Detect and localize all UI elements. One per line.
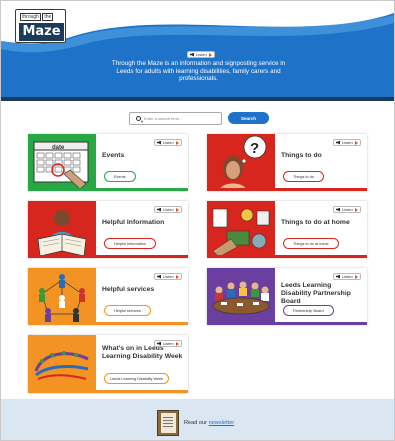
card-listen-button[interactable]: Listen [154,206,182,213]
card-listen-button[interactable]: Listen [154,273,182,280]
events-button[interactable]: Events [104,171,136,182]
page: through the Maze Listen Through the Maze… [0,0,395,441]
helpful-services-button[interactable]: Helpful services [104,305,151,316]
listen-label: Listen [196,52,207,57]
card-color-bar [28,390,188,393]
listen-label: Listen [163,140,174,145]
card-ld-week[interactable]: What's on in Leeds Learning Disability W… [28,335,188,393]
newsletter-promo: Read our newsletter [157,410,234,436]
card-color-bar [207,322,367,325]
card-title: Events [102,152,125,159]
listen-label: Listen [342,207,353,212]
home-activities-icon [207,201,275,258]
people-network-icon [28,268,96,325]
site-tagline: Through the Maze is an information and s… [111,60,286,83]
play-icon [354,207,358,212]
speaker-icon [336,274,340,279]
play-icon [175,207,179,212]
speaker-icon [157,341,161,346]
card-listen-button[interactable]: Listen [333,139,361,146]
search-icon [136,116,141,121]
ld-week-button[interactable]: Leeds Learning Disability Week [104,373,170,384]
ld-week-logo [28,335,96,393]
listen-label: Listen [163,341,174,346]
svg-text:date: date [52,145,65,151]
card-helpful-services[interactable]: Helpful services Listen Helpful services [28,268,188,325]
card-title: Helpful services [102,286,155,293]
search-button[interactable]: Search [228,112,269,124]
speaker-icon [157,207,161,212]
play-icon [208,52,212,57]
card-title: Leeds Learning Disability Partnership Bo… [281,282,351,305]
things-to-do-at-home-button[interactable]: Things to do at home [283,238,339,249]
search-input[interactable]: Enter a search term... [129,112,222,125]
reading-person-icon [28,201,96,258]
logo-small-text: through the [20,13,54,21]
play-icon [175,341,179,346]
logo-maze-text: Maze [19,23,64,41]
header-bottom-bar [1,97,394,101]
listen-label: Listen [163,207,174,212]
play-icon [354,140,358,145]
card-helpful-information[interactable]: Helpful Information Listen Helpful Infor… [28,201,188,258]
card-title: Things to do [281,152,322,159]
card-color-bar [28,188,188,191]
card-color-bar [28,322,188,325]
card-events[interactable]: date Events Listen Events [28,134,188,191]
speaker-icon [336,140,340,145]
listen-label: Listen [342,274,353,279]
card-listen-button[interactable]: Listen [333,206,361,213]
meeting-table-icon [207,268,275,325]
speaker-icon [157,140,161,145]
thinking-person-icon: ? [207,134,275,191]
card-things-to-do[interactable]: ? Things to do Listen Things to do [207,134,367,191]
partnership-board-button[interactable]: Partnership Board [283,305,334,316]
card-color-bar [207,188,367,191]
things-to-do-button[interactable]: Things to do [283,171,324,182]
listen-label: Listen [342,140,353,145]
card-title: Things to do at home [281,219,350,226]
card-title: Helpful Information [102,219,165,226]
newsletter-text: Read our newsletter [184,420,234,426]
svg-text:?: ? [250,140,259,157]
listen-label: Listen [163,274,174,279]
speaker-icon [336,207,340,212]
card-things-to-do-at-home[interactable]: Things to do at home Listen Things to do… [207,201,367,258]
search-bar: Enter a search term... Search [129,112,269,125]
card-title: What's on in Leeds Learning Disability W… [102,345,183,360]
helpful-information-button[interactable]: Helpful Information [104,238,156,249]
newsletter-icon [157,410,179,436]
play-icon [354,274,358,279]
card-listen-button[interactable]: Listen [333,273,361,280]
card-color-bar [207,255,367,258]
card-partnership-board[interactable]: Leeds Learning Disability Partnership Bo… [207,268,367,325]
play-icon [175,274,179,279]
site-header: through the Maze Listen Through the Maze… [1,1,394,101]
card-listen-button[interactable]: Listen [154,340,182,347]
card-color-bar [28,255,188,258]
speaker-icon [157,274,161,279]
calendar-icon: date [28,134,96,191]
newsletter-link[interactable]: newsletter [209,420,235,426]
newsletter-prefix: Read our [184,420,208,426]
play-icon [175,140,179,145]
speaker-icon [190,52,194,57]
header-listen-button[interactable]: Listen [187,51,215,58]
site-logo[interactable]: through the Maze [15,9,66,43]
card-listen-button[interactable]: Listen [154,139,182,146]
search-placeholder: Enter a search term... [144,116,183,121]
